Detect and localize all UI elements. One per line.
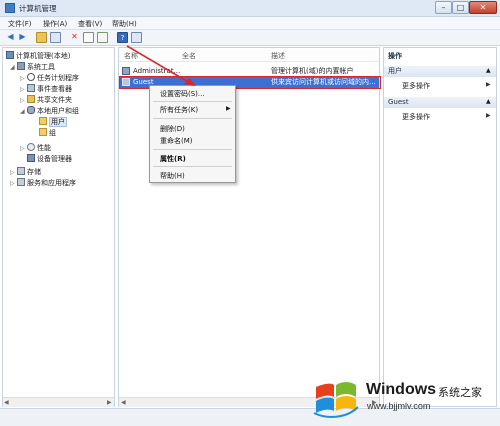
watermark-url: www.bjjmlv.com — [367, 401, 431, 411]
watermark-tagline: 系统之家 — [438, 386, 482, 399]
windows-logo-watermark — [313, 382, 359, 418]
watermark-brand: Windows — [366, 381, 437, 398]
red-arrow-annotation — [126, 45, 196, 86]
